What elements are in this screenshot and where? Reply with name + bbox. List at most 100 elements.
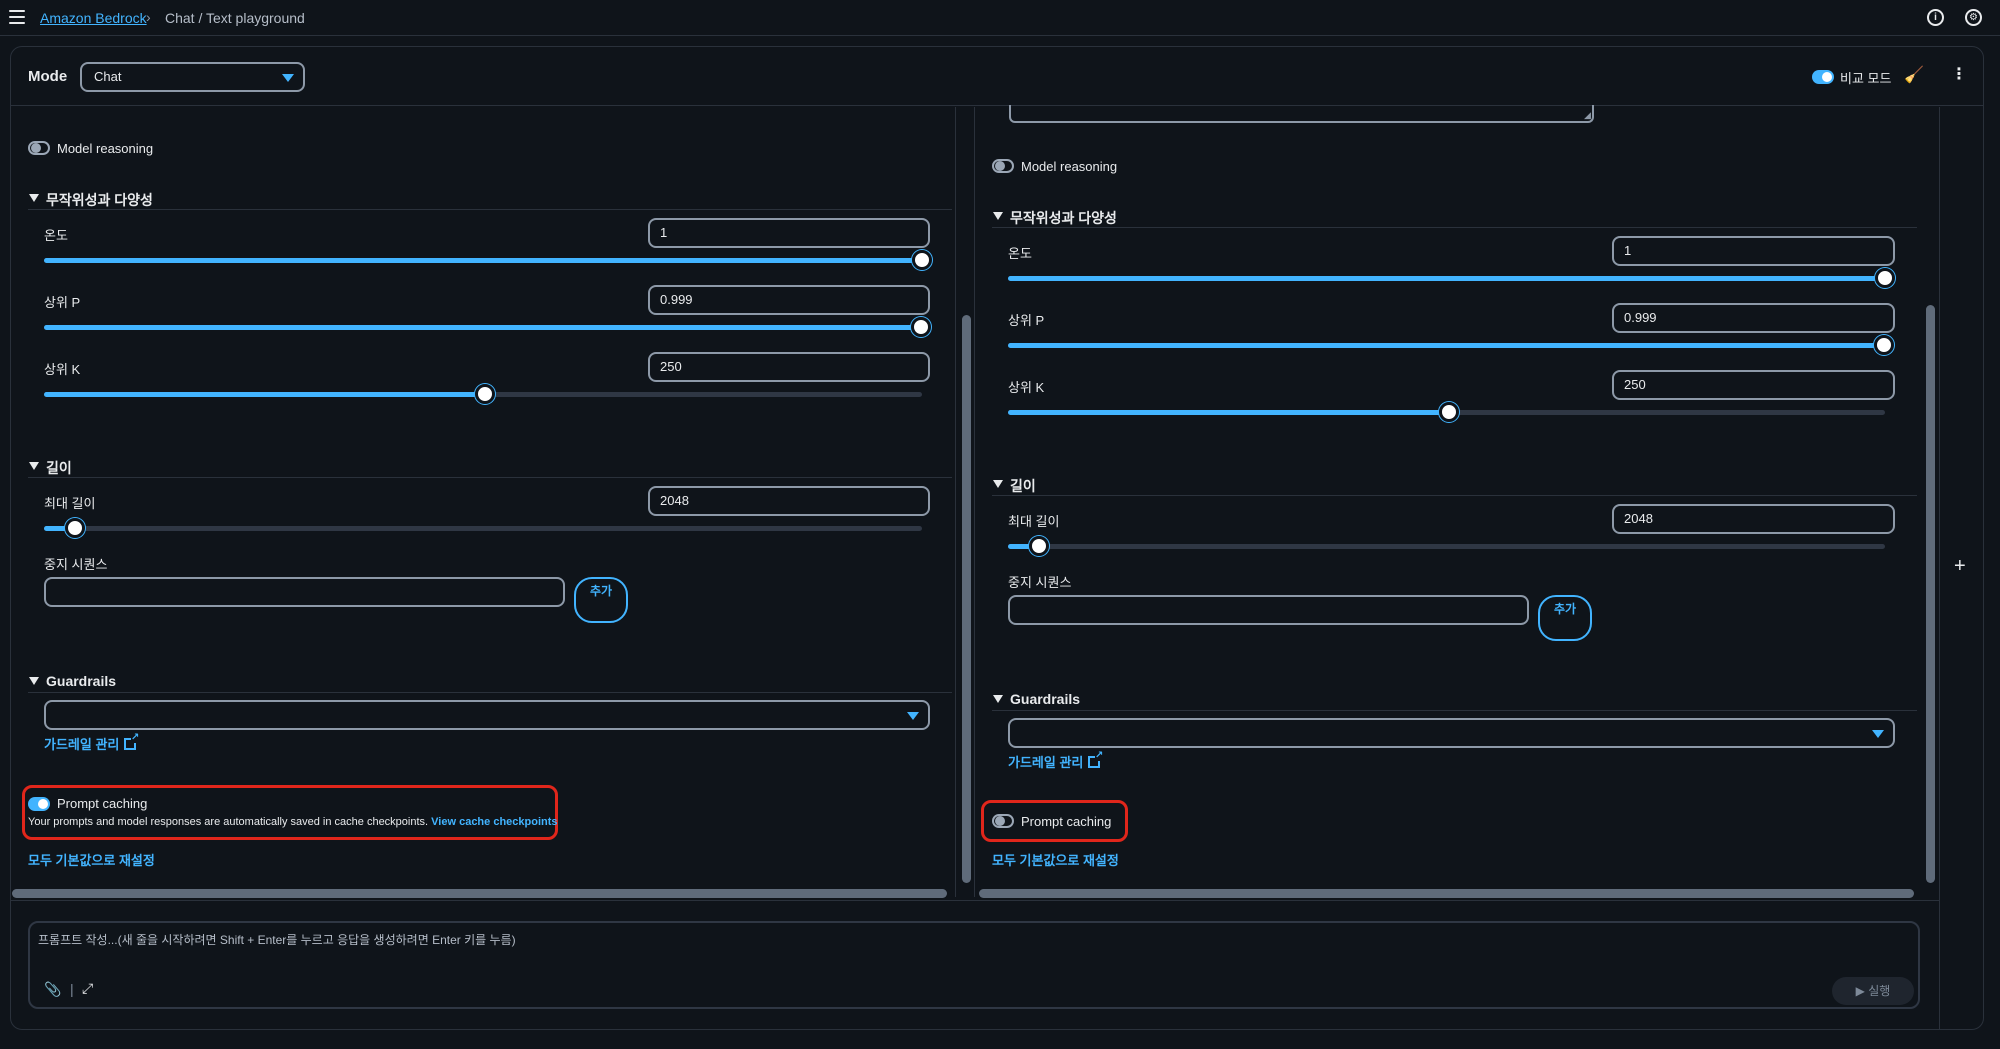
- temperature-slider-fill: [44, 258, 922, 263]
- max-length-input[interactable]: 2048: [1612, 504, 1895, 534]
- section-randomness[interactable]: 무작위성과 다양성: [1010, 208, 1117, 228]
- max-length-slider-track[interactable]: [44, 526, 922, 531]
- max-length-slider-thumb[interactable]: [1029, 536, 1049, 556]
- max-length-slider-thumb[interactable]: [65, 518, 85, 538]
- stop-sequence-input[interactable]: [1008, 595, 1529, 625]
- top-bar: Amazon Bedrock › Chat / Text playground …: [0, 0, 2000, 36]
- settings-icon[interactable]: ⚙: [1965, 9, 1982, 26]
- hamburger-menu-icon[interactable]: [9, 10, 25, 24]
- stop-sequence-input[interactable]: [44, 577, 565, 607]
- resize-handle-icon[interactable]: ◢: [1584, 110, 1591, 121]
- section-guardrails[interactable]: Guardrails: [46, 673, 116, 689]
- top-k-input[interactable]: 250: [648, 352, 930, 382]
- guardrail-manage-link[interactable]: 가드레일 관리: [44, 732, 139, 753]
- run-button[interactable]: ▶ 실행: [1832, 977, 1914, 1005]
- top-p-label: 상위 P: [44, 295, 81, 310]
- breadcrumb-root-link[interactable]: Amazon Bedrock: [40, 10, 147, 26]
- add-panel-plus-icon[interactable]: +: [1954, 555, 1966, 578]
- guardrail-manage-text: 가드레일 관리: [1008, 755, 1084, 770]
- top-p-input[interactable]: 0.999: [1612, 303, 1895, 333]
- section-divider: [992, 495, 1917, 496]
- section-divider: [28, 209, 952, 210]
- stop-sequence-label: 중지 시퀀스: [44, 557, 108, 572]
- max-length-input[interactable]: 2048: [648, 486, 930, 516]
- dropdown-caret-icon: [907, 712, 919, 720]
- prompt-input[interactable]: 프롬프트 작성...(새 줄을 시작하려면 Shift + Enter를 누르고…: [28, 921, 1920, 1009]
- compare-mode-toggle[interactable]: [1812, 70, 1834, 84]
- section-length[interactable]: 길이: [46, 458, 72, 478]
- temperature-input[interactable]: 1: [648, 218, 930, 248]
- reset-all-link[interactable]: 모두 기본값으로 재설정: [992, 850, 1119, 869]
- attach-paperclip-icon[interactable]: 📎: [44, 981, 61, 998]
- section-guardrails[interactable]: Guardrails: [1010, 691, 1080, 707]
- playground-header: [10, 46, 1984, 106]
- vertical-scrollbar[interactable]: [962, 315, 971, 883]
- top-p-slider-thumb[interactable]: [1874, 335, 1894, 355]
- section-divider: [28, 692, 952, 693]
- prompt-caching-toggle[interactable]: [28, 797, 50, 811]
- temperature-slider-fill: [1008, 276, 1885, 281]
- add-stop-sequence-button[interactable]: 추가: [1538, 595, 1592, 641]
- temperature-slider-thumb[interactable]: [1875, 268, 1895, 288]
- max-length-slider-track[interactable]: [1008, 544, 1885, 549]
- separator-bar: |: [70, 981, 74, 997]
- section-randomness[interactable]: 무작위성과 다양성: [46, 190, 153, 210]
- breadcrumb-current: Chat / Text playground: [165, 10, 305, 26]
- max-length-label: 최대 길이: [44, 496, 96, 511]
- top-k-slider-thumb[interactable]: [1439, 402, 1459, 422]
- caret-down-icon[interactable]: [29, 677, 39, 685]
- temperature-label: 온도: [1008, 246, 1032, 261]
- clear-brush-icon[interactable]: 🧹: [1904, 65, 1924, 85]
- mode-select-value: Chat: [94, 69, 122, 84]
- top-k-label: 상위 K: [44, 362, 81, 377]
- temperature-slider-thumb[interactable]: [912, 250, 932, 270]
- top-k-label: 상위 K: [1008, 380, 1045, 395]
- temperature-value: 1: [660, 225, 668, 240]
- compare-mode-label: 비교 모드: [1840, 71, 1892, 86]
- top-k-value: 250: [660, 359, 682, 374]
- top-p-value: 0.999: [1624, 310, 1657, 325]
- prompt-caching-description-text: Your prompts and model responses are aut…: [28, 816, 429, 828]
- temperature-label: 온도: [44, 228, 68, 243]
- more-options-icon[interactable]: ⋮: [1951, 64, 1967, 84]
- top-k-value: 250: [1624, 377, 1646, 392]
- guardrail-select[interactable]: [44, 700, 930, 730]
- horizontal-scrollbar[interactable]: [12, 889, 947, 898]
- caret-down-icon[interactable]: [993, 695, 1003, 703]
- max-length-value: 2048: [1624, 511, 1653, 526]
- prompt-divider: [10, 900, 1940, 901]
- mode-select[interactable]: Chat: [80, 62, 305, 92]
- external-link-icon: [124, 732, 139, 750]
- temperature-input[interactable]: 1: [1612, 236, 1895, 266]
- model-reasoning-toggle[interactable]: [28, 141, 50, 155]
- play-icon: ▶: [1855, 984, 1865, 998]
- add-stop-sequence-button[interactable]: 추가: [574, 577, 628, 623]
- caret-down-icon[interactable]: [993, 212, 1003, 220]
- top-k-input[interactable]: 250: [1612, 370, 1895, 400]
- view-cache-checkpoints-link[interactable]: View cache checkpoints: [431, 816, 557, 828]
- caret-down-icon[interactable]: [29, 194, 39, 202]
- caret-down-icon[interactable]: [993, 480, 1003, 488]
- prompt-caching-toggle[interactable]: [992, 814, 1014, 828]
- caret-down-icon[interactable]: [29, 462, 39, 470]
- section-length[interactable]: 길이: [1010, 476, 1036, 496]
- guardrail-select[interactable]: [1008, 718, 1895, 748]
- horizontal-scrollbar[interactable]: [979, 889, 1914, 898]
- top-p-slider-fill: [1008, 343, 1884, 348]
- top-p-slider-thumb[interactable]: [911, 317, 931, 337]
- vertical-scrollbar[interactable]: [1926, 305, 1935, 883]
- info-icon[interactable]: i: [1927, 9, 1944, 26]
- model-reasoning-toggle[interactable]: [992, 159, 1014, 173]
- expand-icon[interactable]: ⤢: [82, 980, 93, 997]
- dropdown-caret-icon: [1872, 730, 1884, 738]
- system-prompt-textarea[interactable]: [1009, 105, 1594, 123]
- top-p-input[interactable]: 0.999: [648, 285, 930, 315]
- prompt-caching-highlight: [22, 785, 558, 840]
- right-rail-divider: [1939, 107, 1940, 1029]
- guardrail-manage-link[interactable]: 가드레일 관리: [1008, 750, 1103, 771]
- top-p-slider-fill: [44, 325, 921, 330]
- top-k-slider-thumb[interactable]: [475, 384, 495, 404]
- chevron-right-icon: ›: [146, 9, 151, 25]
- mode-label: Mode: [28, 68, 68, 85]
- reset-all-link[interactable]: 모두 기본값으로 재설정: [28, 850, 155, 869]
